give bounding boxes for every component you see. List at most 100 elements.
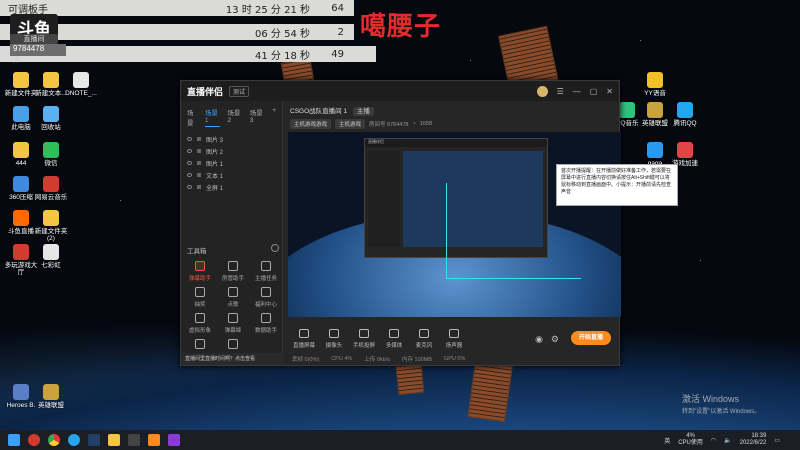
app-icon: [43, 176, 59, 192]
clock[interactable]: 18:39 2022/6/22: [740, 433, 767, 447]
steam-icon[interactable]: [88, 434, 100, 446]
desktop-icon[interactable]: 此电脑: [4, 106, 38, 131]
control-button[interactable]: 多媒体: [380, 329, 408, 349]
eye-icon[interactable]: [187, 149, 192, 153]
lock-icon[interactable]: [197, 149, 201, 153]
tool-label: 弹幕姬: [224, 328, 242, 334]
menu-icon[interactable]: ☰: [557, 87, 564, 96]
desktop-icon[interactable]: DNOTE_...: [64, 72, 98, 97]
source-item[interactable]: 图片 2: [181, 145, 282, 157]
tool-item[interactable]: 虚拟形象: [185, 313, 215, 334]
source-item[interactable]: 文本 1: [181, 169, 282, 181]
live-app-icon[interactable]: [148, 434, 160, 446]
app-icon: [13, 384, 29, 400]
tab-scene[interactable]: 场景: [187, 107, 198, 127]
desktop-icon[interactable]: 斗鱼直播: [4, 210, 38, 235]
eye-icon[interactable]: ◉: [535, 334, 543, 345]
add-scene-icon[interactable]: +: [272, 107, 276, 127]
desktop-icon[interactable]: 回收站: [34, 106, 68, 131]
desktop-icon[interactable]: 新建文件夹: [4, 72, 38, 97]
desktop-icon[interactable]: 444: [4, 142, 38, 167]
eye-icon[interactable]: [187, 173, 192, 177]
gear-icon[interactable]: ⚙: [551, 334, 559, 345]
more-icon[interactable]: [271, 244, 279, 252]
desktop-icon[interactable]: Heroes B.: [4, 384, 38, 409]
avatar[interactable]: [536, 85, 548, 97]
folder-icon[interactable]: [108, 434, 120, 446]
tool-item[interactable]: 抽奖: [185, 287, 215, 308]
eye-icon[interactable]: [187, 185, 192, 189]
app-icon: [647, 72, 663, 88]
lock-icon[interactable]: [197, 173, 201, 177]
tab-scene-2[interactable]: 场景 2: [227, 107, 242, 127]
tab-scene-1[interactable]: 场景 1: [204, 107, 221, 127]
control-button[interactable]: 手机投屏: [350, 329, 378, 349]
control-button[interactable]: 直播屏幕: [290, 329, 318, 349]
tool-item[interactable]: 点歌: [218, 287, 248, 308]
app-icon: [677, 102, 693, 118]
desktop-icon-label: 新建文件夹: [4, 90, 38, 97]
control-button[interactable]: 扬声器: [440, 329, 468, 349]
tool-item[interactable]: 房管助手: [218, 261, 248, 282]
maximize-icon[interactable]: ▢: [590, 87, 598, 96]
desktop-icon[interactable]: 网易云音乐: [34, 176, 68, 201]
start-live-button[interactable]: 开始直播: [571, 331, 611, 345]
stat-item: CPU 4%: [331, 356, 353, 362]
desktop-icon[interactable]: 新建文件夹 (2): [34, 210, 68, 243]
game-icon[interactable]: [168, 434, 180, 446]
eye-icon[interactable]: [187, 161, 192, 165]
qq-icon[interactable]: [68, 434, 80, 446]
source-label: 文本 1: [206, 173, 224, 180]
chrome-icon[interactable]: [48, 434, 60, 446]
lock-icon[interactable]: [197, 185, 201, 189]
overlay-side-note: (4): [12, 57, 20, 63]
viewer-count: 1658: [419, 121, 433, 127]
desktop-icon[interactable]: 新建文本...: [34, 72, 68, 97]
tool-label: 抽奖: [194, 302, 206, 308]
ime-indicator[interactable]: 英: [664, 436, 670, 445]
network-icon[interactable]: ◠: [711, 437, 716, 444]
tool-item[interactable]: 弹幕姬: [218, 313, 248, 334]
tool-item[interactable]: 主播任务: [251, 261, 281, 282]
desktop-icon-label: 腾讯QQ: [673, 120, 697, 127]
close-icon[interactable]: ✕: [606, 87, 613, 96]
live-app-window[interactable]: 直播伴侣 测试 ☰ — ▢ ✕ 场景 场景 1 场景 2 场景 3 + 图片 3…: [180, 80, 621, 366]
category-chip[interactable]: 主机游戏: [335, 119, 366, 129]
control-button[interactable]: 摄像头: [320, 329, 348, 349]
desktop-icon[interactable]: 英雄联盟: [34, 384, 68, 409]
volume-icon[interactable]: 🔈: [724, 437, 731, 444]
desktop-icon[interactable]: 腾讯QQ: [668, 102, 702, 127]
notification-icon[interactable]: ▭: [774, 437, 780, 444]
app-titlebar: 直播伴侣 测试 ☰ — ▢ ✕: [181, 81, 619, 101]
desktop-icon-label: 英雄联盟: [38, 402, 64, 409]
desktop-icon[interactable]: 360压缩: [4, 176, 38, 201]
desktop-icon[interactable]: 微信: [34, 142, 68, 167]
tool-icon: [228, 313, 238, 323]
control-label: 麦克风: [415, 343, 433, 349]
lock-icon[interactable]: [197, 137, 201, 141]
source-item[interactable]: 图片 1: [181, 157, 282, 169]
tool-item[interactable]: 数据助手: [251, 313, 281, 334]
category-chip[interactable]: 主机游戏游戏: [290, 119, 332, 129]
stream-preview[interactable]: 直播伴侣: [288, 132, 621, 317]
tool-icon: [228, 287, 238, 297]
desktop-icon-label: Heroes B.: [6, 402, 36, 409]
control-button[interactable]: 麦克风: [410, 329, 438, 349]
channel-name[interactable]: CSGO战队直播间 1: [290, 108, 347, 115]
game-icon[interactable]: [128, 434, 140, 446]
netease-music-icon[interactable]: [28, 434, 40, 446]
tool-icon: [195, 287, 205, 297]
tool-item[interactable]: 福利中心: [251, 287, 281, 308]
eye-icon[interactable]: [187, 137, 192, 141]
tool-item[interactable]: 弹幕助手: [185, 261, 215, 282]
desktop-icon[interactable]: 七彩虹: [34, 244, 68, 269]
notice-bar[interactable]: 直播间里直播时间啊？点击查看: [181, 353, 283, 365]
windows-start-icon[interactable]: [8, 434, 20, 446]
source-item[interactable]: 图片 3: [181, 133, 282, 145]
lock-icon[interactable]: [197, 161, 201, 165]
desktop-icon[interactable]: YY语音: [638, 72, 672, 97]
minimize-icon[interactable]: —: [573, 87, 581, 96]
tab-scene-3[interactable]: 场景 3: [250, 107, 265, 127]
desktop-icon[interactable]: 多玩游戏大厅: [4, 244, 38, 277]
source-item[interactable]: 全屏 1: [181, 181, 282, 193]
